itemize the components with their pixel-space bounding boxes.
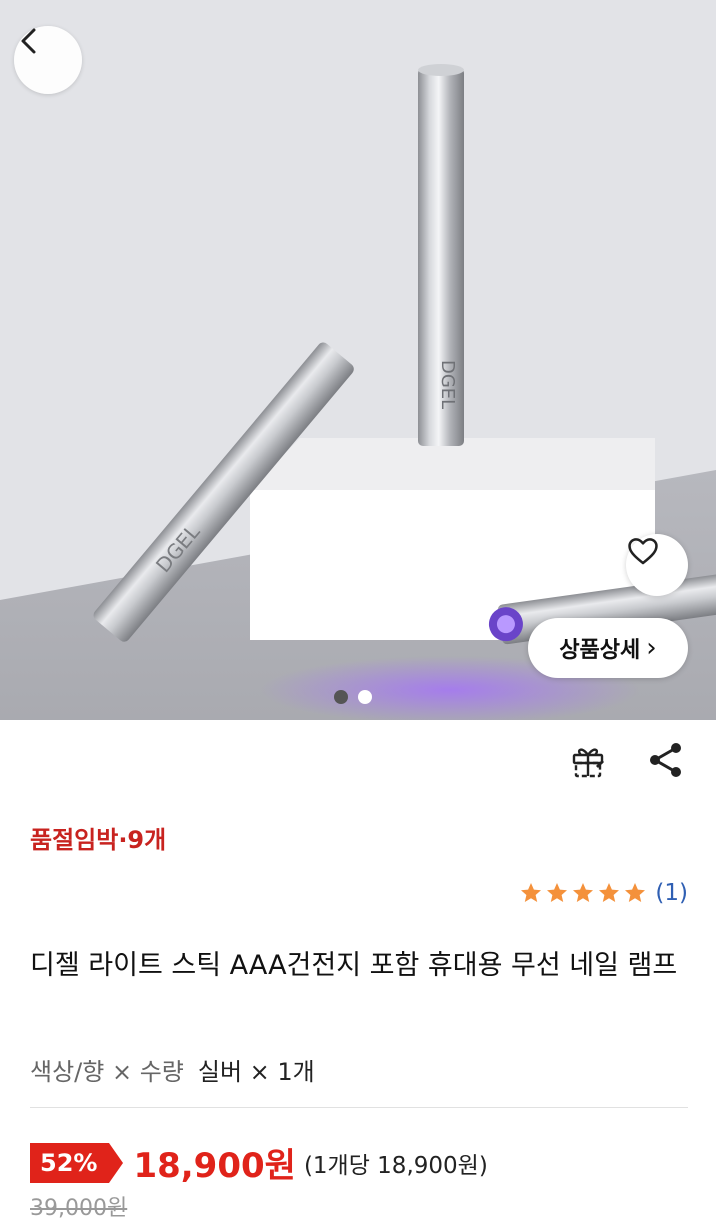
star-icon [625,883,646,902]
divider [30,1107,688,1108]
option-value: 실버 × 1개 [197,1058,315,1086]
unit-price: (1개당 18,900원) [303,1152,488,1179]
heart-icon [628,538,658,565]
star-icon [599,883,620,902]
star-icon [521,883,542,902]
like-button[interactable] [626,534,688,596]
carousel-dot-2[interactable] [358,690,372,704]
gift-icon[interactable] [568,740,608,780]
review-count[interactable]: (1) [655,880,688,906]
stock-notice: 품절임박·9개 [30,826,167,854]
star-icon [573,883,594,902]
share-icon[interactable] [646,740,686,780]
carousel-dot-1[interactable] [334,690,348,704]
discount-badge: 52% [30,1142,124,1183]
original-price: 39,000원 [30,1196,128,1221]
product-title: 디젤 라이트 스틱 AAA건전지 포함 휴대용 무선 네일 램프 [30,950,678,981]
chevron-left-icon [21,28,36,54]
price-row: 52% 18,900원 (1개당 18,900원) [30,1138,488,1187]
product-detail-button[interactable]: 상품상세 › [528,618,688,678]
option-summary[interactable]: 색상/향 × 수량 실버 × 1개 [30,1052,315,1087]
carousel-indicator [334,690,372,704]
back-button[interactable] [14,26,82,94]
product-image-carousel[interactable]: DGEL DGEL 상품상세 › [0,0,716,720]
rating[interactable]: (1) [519,880,688,906]
product-photo: DGEL DGEL [0,0,716,720]
star-icon [547,883,568,902]
brand-mark: DGEL [437,360,458,409]
chevron-right-icon: › [646,633,657,663]
product-actions [568,740,686,780]
product-detail-label: 상품상세 [559,638,641,663]
option-label: 색상/향 × 수량 [30,1058,184,1086]
sale-price: 18,900원 [133,1146,296,1186]
